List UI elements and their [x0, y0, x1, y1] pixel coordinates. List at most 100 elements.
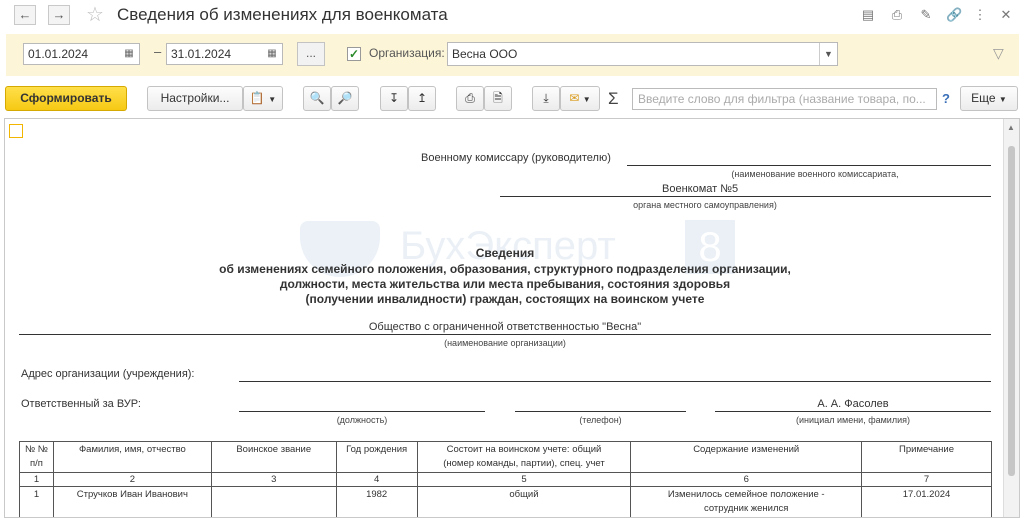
cell-note: 17.01.2024: [861, 486, 992, 517]
more-label: Еще: [971, 91, 996, 105]
responsible-label: Ответственный за ВУР:: [21, 398, 141, 410]
more-vertical-icon[interactable]: ⋮: [972, 7, 988, 23]
scrollbar-thumb[interactable]: [1008, 146, 1015, 476]
commissariat-line: [500, 196, 991, 197]
date-to-field[interactable]: 31.01.2024 ▦: [166, 43, 283, 65]
commissariat-value: Военкомат №5: [662, 183, 739, 195]
period-select-button[interactable]: ...: [297, 42, 325, 66]
column-number: 2: [52, 472, 212, 487]
preview-button[interactable]: 🗎: [484, 86, 512, 111]
chevron-down-icon: ▼: [582, 95, 591, 104]
save-file-button[interactable]: ⤓: [532, 86, 560, 111]
report-spreadsheet[interactable]: БухЭксперт 8 Военному комиссару (руковод…: [4, 118, 1020, 518]
cell-rank: [210, 486, 337, 517]
calendar-icon[interactable]: ▦: [121, 46, 137, 62]
cell-birth-year: 1982: [335, 486, 418, 517]
position-caption: (должность): [336, 415, 388, 425]
header-cell: Примечание: [861, 441, 992, 473]
column-number: 3: [210, 472, 337, 487]
sort-asc-icon: ↥: [416, 91, 428, 105]
edit-icon[interactable]: ✎: [918, 7, 934, 23]
sort-asc-button[interactable]: ↥: [408, 86, 436, 111]
print-button[interactable]: ⎙: [456, 86, 484, 111]
scroll-up-icon[interactable]: ▲: [1007, 123, 1015, 132]
clipboard-icon: 📋: [249, 91, 265, 105]
header-cell: Состоит на воинском учете: общий (номер …: [416, 441, 632, 473]
organization-name: Общество с ограниченной ответственностью…: [368, 321, 642, 333]
header-cell: Воинское звание: [210, 441, 337, 473]
filter-panel: 01.01.2024 ▦ – 31.01.2024 ▦ ... ✓ Органи…: [6, 34, 1019, 76]
date-separator: –: [154, 44, 162, 59]
date-from-field[interactable]: 01.01.2024 ▦: [23, 43, 140, 65]
report-heading-3: должности, места жительства или места пр…: [279, 277, 731, 291]
date-from-value: 01.01.2024: [28, 47, 89, 61]
back-button[interactable]: ←: [14, 5, 36, 25]
responsible-name: А. А. Фасолев: [817, 398, 889, 410]
toolbar: Сформировать Настройки... 📋 ▼ 🔍 🔎 ↧ ↥ ⎙ …: [0, 84, 1024, 114]
changes-table: № № п/п Фамилия, имя, отчество Воинское …: [19, 441, 992, 517]
column-number: 7: [861, 472, 992, 487]
cell-changes: Изменилось семейное положение - сотрудни…: [630, 486, 863, 517]
calendar-icon[interactable]: ▦: [264, 46, 280, 62]
active-cell-marker: [9, 124, 23, 138]
filter-funnel-icon[interactable]: ▽: [993, 45, 1004, 62]
report-heading-1: Сведения: [475, 246, 535, 260]
sort-desc-icon: ↧: [388, 91, 400, 105]
address-label: Адрес организации (учреждения):: [21, 368, 195, 380]
phone-line: [515, 411, 686, 412]
vertical-scrollbar[interactable]: ▲: [1003, 119, 1019, 517]
sigma-icon[interactable]: Σ: [608, 89, 619, 109]
date-to-value: 31.01.2024: [171, 47, 232, 61]
link-icon[interactable]: 🔗: [946, 7, 962, 23]
window-title: Сведения об изменениях для военкомата: [117, 5, 448, 24]
name-line: [715, 411, 991, 412]
download-icon: ⤓: [543, 91, 549, 105]
chevron-down-icon[interactable]: ▼: [819, 43, 837, 65]
forward-button[interactable]: →: [48, 5, 70, 25]
generate-button[interactable]: Сформировать: [5, 86, 127, 111]
title-bar: ← → ☆ Сведения об изменениях для военком…: [0, 0, 1024, 32]
position-line: [239, 411, 485, 412]
find-button[interactable]: 🔍: [303, 86, 331, 111]
header-cell: Год рождения: [335, 441, 418, 473]
print-icon[interactable]: ⎙: [889, 7, 905, 23]
send-email-button[interactable]: ✉ ▼: [560, 86, 600, 111]
header-cell: Фамилия, имя, отчество: [52, 441, 212, 473]
organization-value: Весна ООО: [452, 47, 518, 61]
column-number: 4: [335, 472, 418, 487]
column-number: 1: [19, 472, 54, 487]
more-button[interactable]: Еще ▼: [960, 86, 1018, 111]
arrow-left-icon: ←: [18, 7, 32, 22]
sort-desc-button[interactable]: ↧: [380, 86, 408, 111]
column-number: 5: [416, 472, 632, 487]
organization-checkbox[interactable]: ✓: [347, 47, 361, 61]
chevron-down-icon: ▼: [268, 95, 277, 104]
settings-button[interactable]: Настройки...: [147, 86, 243, 111]
arrow-right-icon: →: [52, 7, 66, 22]
addressee-line: [627, 165, 991, 166]
phone-caption: (телефон): [579, 415, 622, 425]
star-icon[interactable]: ☆: [86, 3, 104, 27]
organization-select[interactable]: Весна ООО ▼: [447, 42, 838, 66]
cell-registration: общий: [416, 486, 632, 517]
printer-icon: ⎙: [465, 91, 475, 105]
report-heading-4: (получении инвалидности) граждан, состоя…: [305, 292, 705, 306]
organization-label: Организация:: [369, 46, 445, 60]
envelope-icon: ✉: [569, 91, 580, 105]
preview-icon: 🗎: [493, 91, 503, 105]
variants-button[interactable]: 📋 ▼: [243, 86, 283, 111]
address-line: [239, 381, 991, 382]
header-cell: № № п/п: [19, 441, 54, 473]
help-button[interactable]: ?: [942, 91, 950, 106]
column-number: 6: [630, 472, 863, 487]
commissariat-caption: (наименование военного комиссариата,: [731, 169, 899, 179]
table-row[interactable]: 1 Стручков Иван Иванович 1982 общий Изме…: [19, 486, 992, 517]
column-number-row: 1 2 3 4 5 6 7: [19, 472, 992, 487]
filter-search-input[interactable]: Введите слово для фильтра (название това…: [632, 88, 937, 110]
close-icon[interactable]: ✕: [998, 7, 1014, 23]
find-next-button[interactable]: 🔎: [331, 86, 359, 111]
organization-caption: (наименование организации): [444, 338, 566, 348]
organization-line: [19, 334, 991, 335]
save-icon[interactable]: ▤: [860, 7, 876, 23]
table-header-row: № № п/п Фамилия, имя, отчество Воинское …: [19, 441, 992, 473]
